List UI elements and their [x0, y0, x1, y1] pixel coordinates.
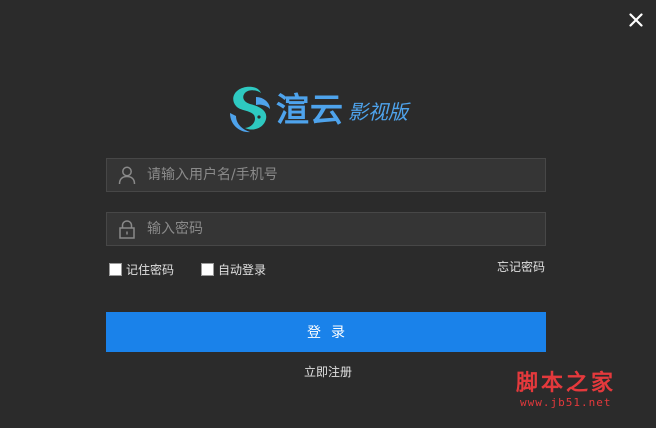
remember-password-label: 记住密码 — [126, 262, 175, 277]
checkbox-box[interactable] — [109, 262, 122, 276]
auto-login-checkbox[interactable]: 自动登录 — [201, 261, 266, 277]
lock-icon — [107, 213, 147, 245]
forgot-password-link[interactable]: 忘记密码 — [497, 258, 545, 275]
register-link[interactable]: 立即注册 — [304, 365, 352, 379]
login-button[interactable]: 登录 — [106, 312, 546, 352]
watermark-title: 脚本之家 — [516, 370, 617, 396]
app-name: 渲云 — [276, 89, 344, 129]
checkbox-box[interactable] — [201, 262, 214, 276]
password-field — [106, 212, 546, 246]
username-input[interactable] — [147, 160, 545, 190]
app-logo: 渲云 影视版 — [226, 82, 436, 136]
close-button[interactable] — [624, 9, 648, 31]
auto-login-label: 自动登录 — [218, 262, 267, 277]
fish-logo-icon — [230, 86, 270, 133]
login-window: 渲云 影视版 记住密码 自动登录 忘记密码 登录 立即注册 — [0, 0, 656, 428]
watermark-url: www.jb51.net — [520, 396, 612, 409]
watermark: 脚本之家 www.jb51.net — [516, 370, 640, 418]
close-icon — [629, 13, 643, 27]
user-icon — [107, 159, 147, 191]
password-input[interactable] — [147, 214, 545, 244]
app-subtitle: 影视版 — [348, 100, 408, 124]
remember-password-checkbox[interactable]: 记住密码 — [109, 261, 174, 277]
username-field — [106, 158, 546, 192]
